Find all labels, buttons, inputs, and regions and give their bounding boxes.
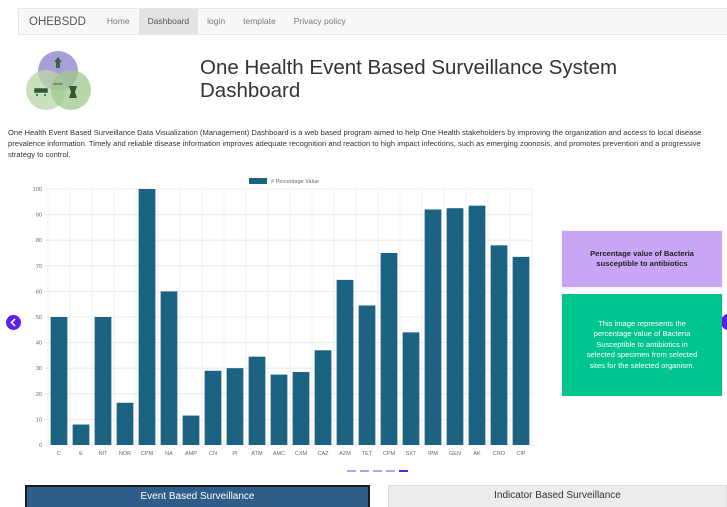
- y-tick-label: 40: [36, 341, 42, 347]
- nav-item-privacy-policy[interactable]: Privacy policy: [285, 9, 355, 34]
- x-tick-label: C: [57, 451, 61, 457]
- y-tick-label: 0: [39, 443, 42, 449]
- x-tick-label: CAZ: [318, 451, 330, 457]
- bar-e-1: [72, 424, 90, 445]
- chart-description-card: This image represents the percentage val…: [562, 294, 722, 396]
- x-tick-label: CPM: [383, 451, 396, 457]
- chevron-left-icon: [9, 314, 18, 332]
- bar-caz-12: [314, 350, 332, 445]
- x-tick-label: CIP: [516, 451, 526, 457]
- carousel-indicators: [347, 470, 408, 472]
- bar-amp-6: [182, 415, 200, 445]
- y-tick-label: 100: [33, 187, 42, 193]
- x-tick-label: AMP: [185, 451, 197, 457]
- carousel-indicator[interactable]: [386, 470, 395, 472]
- bar-cpm-15: [380, 253, 398, 445]
- bar-atm-9: [248, 356, 266, 445]
- x-tick-label: GEN: [449, 451, 461, 457]
- one-health-logo: ohebs: [21, 48, 95, 112]
- bar-cxm-11: [292, 372, 310, 445]
- y-tick-label: 60: [36, 289, 42, 295]
- legend-label: # Percentage Value: [271, 179, 319, 185]
- bar-cpm-4: [138, 189, 156, 445]
- bar-nor-3: [116, 402, 134, 445]
- event-based-surveillance-button[interactable]: Event Based Surveillance: [25, 485, 370, 507]
- x-tick-label: AMC: [273, 451, 285, 457]
- bar-na-5: [160, 291, 178, 445]
- navbar: OHEBSDD Home Dashboard login template Pr…: [18, 8, 727, 35]
- carousel-indicator[interactable]: [347, 470, 356, 472]
- bar-amc-10: [270, 374, 288, 445]
- y-tick-label: 50: [36, 315, 42, 321]
- intro-text: One Health Event Based Surveillance Data…: [8, 128, 702, 159]
- nav-item-login[interactable]: login: [198, 9, 234, 34]
- chart-description-text: This image represents the percentage val…: [586, 318, 698, 370]
- x-tick-label: CXM: [295, 451, 308, 457]
- bar-nit-2: [94, 317, 112, 445]
- page-title: One Health Event Based Surveillance Syst…: [200, 56, 618, 102]
- indicator-based-surveillance-button[interactable]: Indicator Based Surveillance: [388, 485, 727, 507]
- x-tick-label: ATM: [251, 451, 263, 457]
- y-tick-label: 80: [36, 238, 42, 244]
- legend-swatch: [249, 178, 267, 184]
- bar-cro-20: [490, 245, 508, 445]
- bar-sxt-16: [402, 332, 420, 445]
- y-tick-label: 20: [36, 392, 42, 398]
- y-tick-label: 30: [36, 366, 42, 372]
- svg-text:ohebs: ohebs: [53, 82, 63, 86]
- y-tick-label: 70: [36, 264, 42, 270]
- bar-cip-21: [512, 256, 530, 445]
- x-tick-label: NOR: [119, 451, 131, 457]
- carousel-indicator[interactable]: [373, 470, 382, 472]
- x-tick-label: NA: [165, 451, 173, 457]
- x-tick-label: TET: [362, 451, 373, 457]
- x-tick-label: AZM: [339, 451, 351, 457]
- x-tick-label: PI: [232, 451, 238, 457]
- bar-ipm-17: [424, 209, 442, 445]
- nav-item-dashboard[interactable]: Dashboard: [138, 9, 199, 34]
- chart-title-text: Percentage value of Bacteria susceptible…: [590, 249, 694, 268]
- x-tick-label: AK: [473, 451, 481, 457]
- bar-pi-8: [226, 368, 244, 445]
- x-tick-label: CN: [209, 451, 217, 457]
- y-tick-label: 90: [36, 213, 42, 219]
- carousel-prev-button[interactable]: [6, 315, 21, 330]
- chart-title-card: Percentage value of Bacteria susceptible…: [562, 231, 722, 287]
- brand-link[interactable]: OHEBSDD: [19, 16, 98, 28]
- susceptibility-bar-chart: 0 10 20 30 40 50 60 70 80 90 100 C E NIT NOR CPM NA AMP CN…: [33, 178, 533, 457]
- carousel-indicator-active[interactable]: [399, 470, 408, 472]
- bar-gen-18: [446, 208, 464, 445]
- bar-azm-13: [336, 279, 354, 445]
- x-tick-label: IPM: [428, 451, 438, 457]
- y-tick-label: 10: [36, 417, 42, 423]
- x-tick-label: SXT: [406, 451, 417, 457]
- x-tick-label: E: [79, 451, 83, 457]
- bar-c-0: [50, 317, 68, 445]
- nav-item-template[interactable]: template: [234, 9, 285, 34]
- bar-tet-14: [358, 305, 376, 445]
- x-tick-label: CRO: [493, 451, 506, 457]
- x-tick-label: NIT: [99, 451, 109, 457]
- nav-item-home[interactable]: Home: [98, 9, 139, 34]
- bar-ak-19: [468, 205, 486, 445]
- carousel-indicator[interactable]: [360, 470, 369, 472]
- x-tick-label: CPM: [141, 451, 154, 457]
- bar-cn-7: [204, 370, 222, 445]
